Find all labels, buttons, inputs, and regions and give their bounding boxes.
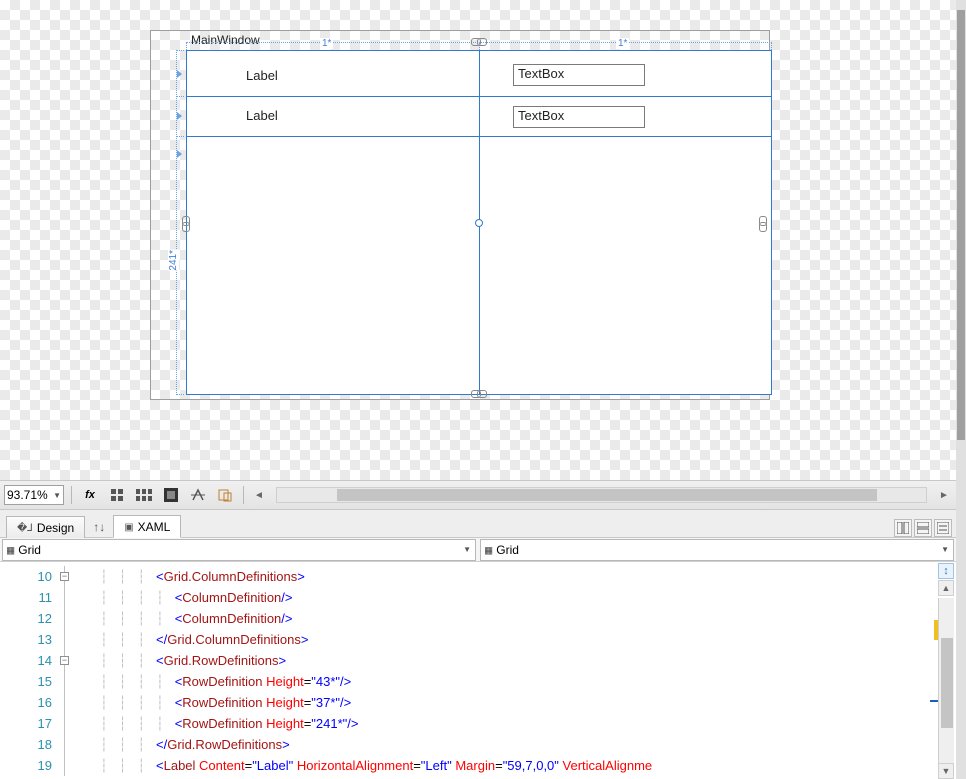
element-path-bar: ▦ Grid ▼ ▦ Grid ▼ bbox=[0, 538, 956, 562]
swap-panes-button[interactable]: ↑↓ bbox=[87, 516, 111, 538]
element-path-right[interactable]: ▦ Grid ▼ bbox=[480, 539, 954, 561]
zoom-combo[interactable]: 93.71% ▼ bbox=[4, 485, 64, 505]
split-horizontal-button[interactable] bbox=[914, 519, 932, 537]
row-ruler-seg-0 bbox=[176, 96, 184, 97]
caret-marker bbox=[930, 700, 938, 702]
row-splitter-lock-left[interactable] bbox=[181, 216, 191, 232]
change-marker bbox=[934, 620, 938, 640]
column-size-label-1[interactable]: 1* bbox=[616, 38, 629, 49]
snapping-button[interactable] bbox=[187, 484, 209, 506]
design-textbox-0[interactable]: TextBox bbox=[513, 64, 645, 86]
column-splitter-lock-bottom[interactable] bbox=[471, 389, 487, 399]
designer-scroll-thumb[interactable] bbox=[957, 10, 965, 440]
designer-toolbar: 93.71% ▼ fx ◄ ► bbox=[0, 480, 956, 510]
zoom-value: 93.71% bbox=[7, 488, 48, 502]
separator bbox=[243, 486, 244, 504]
grid-glyph-icon: ▦ bbox=[7, 543, 14, 557]
device-preview-button[interactable] bbox=[214, 484, 236, 506]
tab-design[interactable]: �⅃ Design bbox=[6, 516, 85, 538]
xaml-tab-icon: ▣ bbox=[124, 522, 133, 533]
grid-row-line-1[interactable] bbox=[186, 136, 772, 137]
row-select-arrow-1[interactable] bbox=[177, 112, 182, 120]
xaml-editor[interactable]: 10111213141516171819 −− ┆ ┆ ┆ <Grid.Colu… bbox=[0, 562, 956, 779]
separator bbox=[71, 486, 72, 504]
outlining-gutter[interactable]: −− bbox=[60, 562, 100, 779]
editor-vertical-scrollbar[interactable]: ▲ ▼ bbox=[938, 562, 954, 779]
fx-effects-button[interactable]: fx bbox=[79, 484, 101, 506]
scroll-up-arrow[interactable]: ▲ bbox=[938, 580, 954, 596]
chevron-down-icon: ▼ bbox=[463, 545, 471, 554]
grid-row-line-0[interactable] bbox=[186, 96, 772, 97]
row-select-arrow-2[interactable] bbox=[177, 150, 182, 158]
element-path-left[interactable]: ▦ Grid ▼ bbox=[2, 539, 476, 561]
grid-4-icon[interactable] bbox=[106, 484, 128, 506]
toggle-dark-button[interactable] bbox=[160, 484, 182, 506]
tab-xaml[interactable]: ▣ XAML bbox=[113, 515, 181, 538]
hscroll-thumb[interactable] bbox=[337, 489, 877, 501]
grid-glyph-icon: ▦ bbox=[485, 543, 492, 557]
design-textbox-1-text: TextBox bbox=[518, 108, 564, 123]
element-path-left-text: Grid bbox=[18, 543, 41, 557]
split-vertical-button[interactable] bbox=[894, 519, 912, 537]
design-xaml-tabstrip: �⅃ Design ↑↓ ▣ XAML bbox=[0, 510, 956, 538]
code-text-area[interactable]: ┆ ┆ ┆ <Grid.ColumnDefinitions>┆ ┆ ┆ ┆ <C… bbox=[100, 562, 956, 779]
grid-center-handle[interactable] bbox=[475, 219, 483, 227]
hscroll-right-arrow[interactable]: ► bbox=[936, 487, 952, 503]
grid-6-icon[interactable] bbox=[133, 484, 155, 506]
scroll-down-arrow[interactable]: ▼ bbox=[938, 763, 954, 779]
row-ruler-seg-1 bbox=[176, 136, 184, 137]
column-splitter-lock-top[interactable] bbox=[471, 37, 487, 47]
collapse-pane-button[interactable] bbox=[934, 519, 952, 537]
chevron-down-icon: ▼ bbox=[941, 545, 949, 554]
scroll-track[interactable] bbox=[938, 598, 954, 763]
design-textbox-0-text: TextBox bbox=[518, 66, 564, 81]
design-label-1[interactable]: Label bbox=[246, 108, 278, 123]
row-splitter-lock-right[interactable] bbox=[758, 216, 768, 232]
designer-horizontal-scrollbar[interactable] bbox=[276, 487, 927, 503]
column-size-label-0[interactable]: 1* bbox=[320, 38, 333, 49]
design-label-0[interactable]: Label bbox=[246, 68, 278, 83]
design-surface[interactable]: MainWindow 1* 1* 241* Label TextBox Labe… bbox=[0, 0, 956, 480]
hscroll-left-arrow[interactable]: ◄ bbox=[251, 487, 267, 503]
element-path-right-text: Grid bbox=[496, 543, 519, 557]
row-size-label-2[interactable]: 241* bbox=[168, 250, 179, 271]
line-number-gutter: 10111213141516171819 bbox=[0, 562, 60, 779]
scroll-thumb[interactable] bbox=[941, 638, 953, 728]
design-tab-icon: �⅃ bbox=[17, 523, 33, 534]
tab-design-label: Design bbox=[37, 521, 74, 535]
row-select-arrow-0[interactable] bbox=[177, 70, 182, 78]
designer-vertical-scrollbar[interactable] bbox=[956, 0, 966, 779]
tab-xaml-label: XAML bbox=[138, 520, 171, 534]
design-textbox-1[interactable]: TextBox bbox=[513, 106, 645, 128]
chevron-down-icon: ▼ bbox=[53, 491, 61, 500]
